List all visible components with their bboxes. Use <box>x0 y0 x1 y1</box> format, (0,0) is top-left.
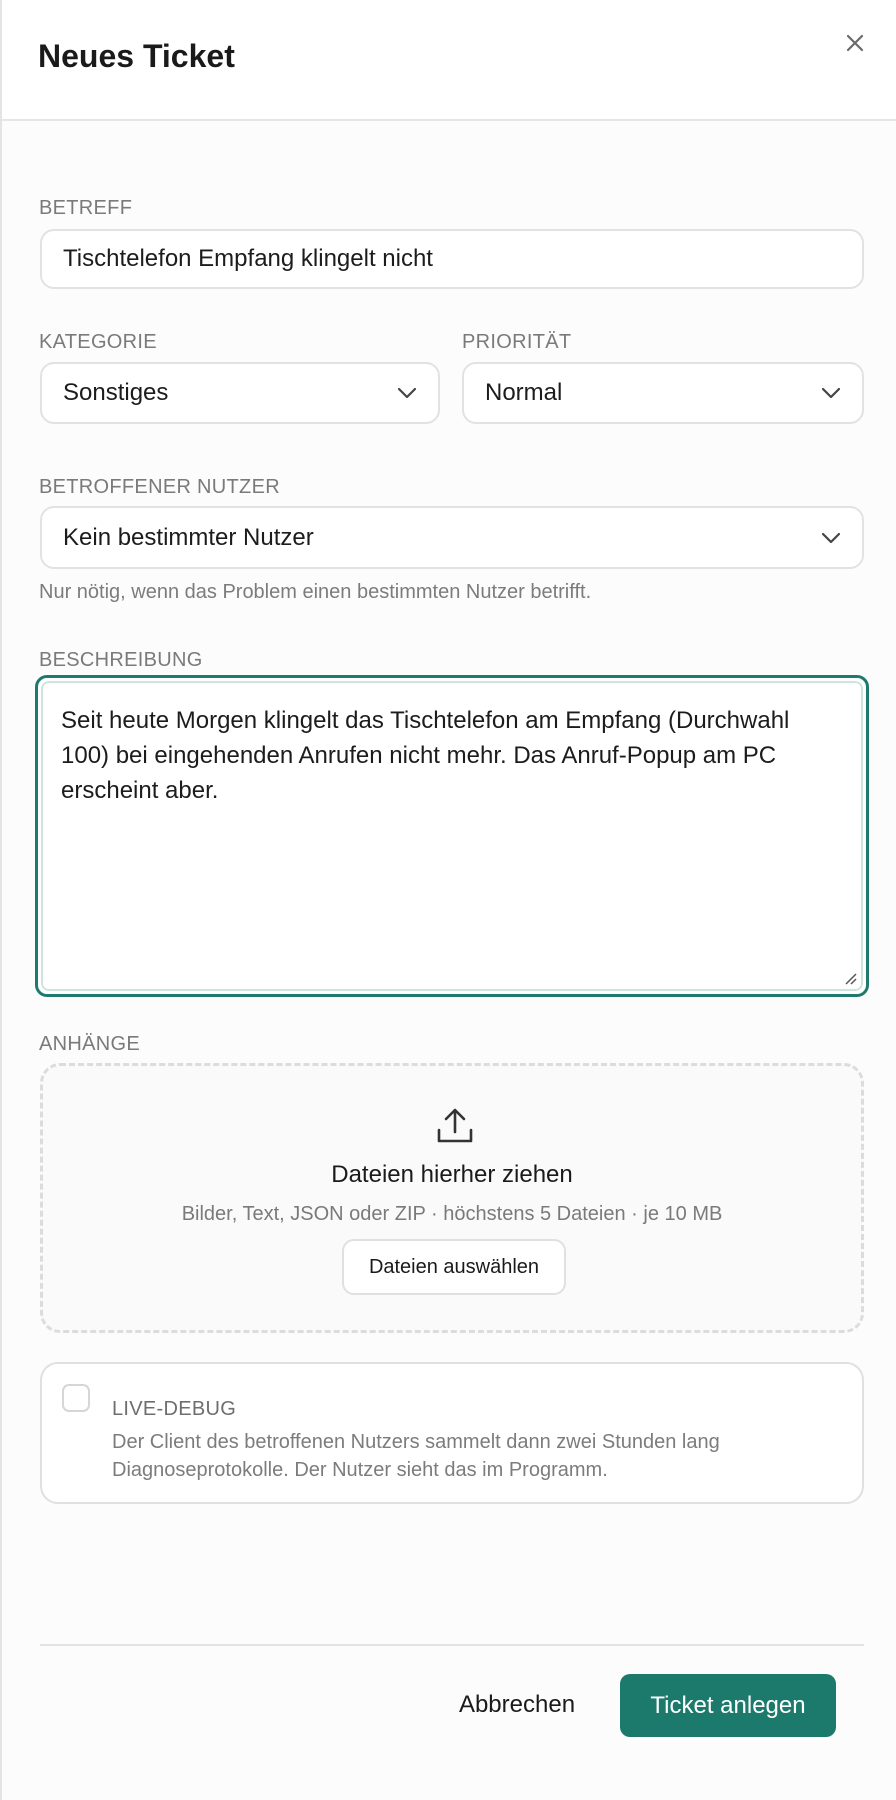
description-textarea-inner: Seit heute Morgen klingelt das Tischtele… <box>41 681 863 991</box>
priority-select[interactable]: Normal <box>462 362 864 424</box>
file-dropzone[interactable]: Dateien hierher ziehen Bilder, Text, JSO… <box>40 1063 864 1333</box>
cancel-button[interactable]: Abbrechen <box>442 1673 592 1737</box>
priority-value: Normal <box>485 379 563 406</box>
dropzone-subtitle: Bilder, Text, JSON oder ZIP · höchstens … <box>181 1203 723 1225</box>
live-debug-option: LIVE-DEBUG Der Client des betroffenen Nu… <box>40 1362 864 1504</box>
panel-header: Neues Ticket <box>2 0 896 121</box>
close-button[interactable] <box>838 26 872 60</box>
chevron-down-icon <box>821 532 841 543</box>
affected-user-select[interactable]: Kein bestimmter Nutzer <box>40 506 864 569</box>
priority-label: PRIORITÄT <box>462 331 572 353</box>
affected-user-label: BETROFFENER NUTZER <box>39 476 280 498</box>
live-debug-title: LIVE-DEBUG <box>112 1398 237 1420</box>
category-select[interactable]: Sonstiges <box>40 362 440 424</box>
affected-user-value: Kein bestimmter Nutzer <box>63 523 314 551</box>
category-label: KATEGORIE <box>39 331 157 353</box>
subject-value: Tischtelefon Empfang klingelt nicht <box>63 245 433 272</box>
subject-input[interactable]: Tischtelefon Empfang klingelt nicht <box>40 229 864 289</box>
footer-divider <box>40 1644 864 1646</box>
select-files-button[interactable]: Dateien auswählen <box>342 1239 566 1295</box>
dropzone-title: Dateien hierher ziehen <box>331 1161 573 1188</box>
subject-label: BETREFF <box>39 197 133 219</box>
category-value: Sonstiges <box>63 379 169 406</box>
live-debug-description: Der Client des betroffenen Nutzers samme… <box>112 1431 720 1481</box>
resize-handle-icon[interactable] <box>841 969 857 985</box>
close-icon <box>846 34 864 52</box>
page-title: Neues Ticket <box>38 38 235 74</box>
affected-user-hint: Nur nötig, wenn das Problem einen bestim… <box>39 581 592 603</box>
chevron-down-icon <box>821 387 841 399</box>
attachments-label: ANHÄNGE <box>39 1033 141 1055</box>
description-value: Seit heute Morgen klingelt das Tischtele… <box>61 707 790 804</box>
chevron-down-icon <box>397 387 417 399</box>
upload-icon <box>437 1108 473 1143</box>
description-label: BESCHREIBUNG <box>39 649 203 671</box>
new-ticket-panel: Neues Ticket BETREFF Tischtelefon Empfan… <box>0 0 896 1800</box>
live-debug-checkbox[interactable] <box>62 1384 90 1412</box>
create-ticket-button[interactable]: Ticket anlegen <box>620 1674 836 1737</box>
description-textarea[interactable]: Seit heute Morgen klingelt das Tischtele… <box>35 675 869 997</box>
